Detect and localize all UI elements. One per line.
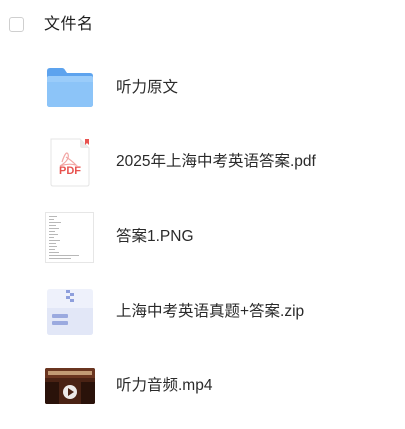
file-row-folder[interactable]: 听力原文 <box>0 62 405 132</box>
file-row-pdf[interactable]: PDF 2025年上海中考英语答案.pdf <box>0 136 405 206</box>
file-list-panel: 文件名 听力原文 PDF 2025年上海中考英语答案.pdf 答案1.PNG 上… <box>0 0 405 429</box>
file-row-mp4[interactable]: 听力音频.mp4 <box>0 360 405 429</box>
pdf-file-icon: PDF <box>44 136 96 188</box>
folder-icon <box>44 62 96 114</box>
file-row-zip[interactable]: 上海中考英语真题+答案.zip <box>0 286 405 356</box>
file-name[interactable]: 上海中考英语真题+答案.zip <box>116 302 304 322</box>
file-row-png[interactable]: 答案1.PNG <box>0 211 405 281</box>
select-all-checkbox[interactable] <box>9 17 24 32</box>
column-header-filename[interactable]: 文件名 <box>44 15 94 35</box>
svg-text:PDF: PDF <box>59 165 81 177</box>
video-thumbnail-icon <box>44 360 96 412</box>
file-name[interactable]: 答案1.PNG <box>116 227 194 247</box>
file-list-header: 文件名 <box>0 0 405 52</box>
file-name[interactable]: 2025年上海中考英语答案.pdf <box>116 152 316 172</box>
image-thumbnail-icon <box>44 211 96 263</box>
file-name[interactable]: 听力音频.mp4 <box>116 376 212 396</box>
zip-file-icon <box>44 286 96 338</box>
file-name[interactable]: 听力原文 <box>116 78 178 98</box>
